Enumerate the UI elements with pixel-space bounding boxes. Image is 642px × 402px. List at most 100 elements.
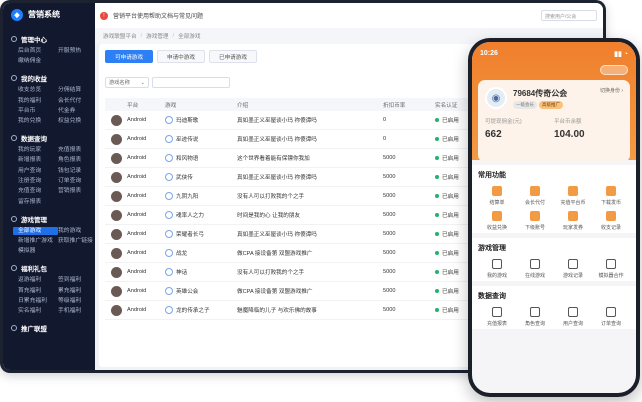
sidebar-item[interactable]: 开服预热 (58, 47, 98, 55)
tab-applied-games[interactable]: 已申请游戏 (208, 50, 257, 63)
phone-feature-item[interactable]: 游戏记录 (554, 259, 592, 279)
sidebar-section-items: 全部游戏 我的游戏 新增推广游戏 获取推广链接 模拟器 (3, 226, 98, 256)
sidebar-item[interactable]: 后台首页 (18, 47, 58, 55)
sidebar-item[interactable]: 权益兑换 (58, 117, 98, 125)
switch-identity-link[interactable]: 切换身份 › (600, 87, 623, 94)
avatar[interactable]: ◉ (485, 87, 507, 109)
status-text: 已启用 (442, 213, 459, 219)
sidebar-item[interactable]: 我的玩家 (18, 146, 58, 154)
guild-name: 79684传奇公会 (513, 88, 568, 98)
sidebar-item[interactable]: 我的游戏 (58, 227, 98, 235)
phone-feature-item[interactable]: 下级账号 (516, 211, 554, 231)
sidebar-item[interactable]: 充值查询 (18, 187, 58, 195)
sidebar-item[interactable]: 获取推广链接 (58, 237, 98, 245)
sidebar-section-title[interactable]: 游戏管理 (3, 211, 95, 227)
game-name: 巫迹传说 (176, 137, 199, 143)
sidebar-item[interactable]: 日累充福利 (18, 297, 58, 305)
phone-feature-item[interactable]: 在线游戏 (516, 259, 554, 279)
game-icon (165, 116, 173, 124)
phone-feature-item[interactable]: 充值平台币 (554, 186, 592, 206)
phone-feature-item[interactable]: 订单查询 (592, 307, 630, 327)
breadcrumb-item[interactable]: 游戏管理 (146, 32, 168, 40)
sidebar-item[interactable]: 全部游戏 (13, 226, 58, 235)
sidebar-item[interactable]: 首充福利 (18, 287, 58, 295)
sidebar-section-title[interactable]: 我的收益 (3, 70, 95, 86)
filter-select[interactable]: 游戏名称 ⌄ (105, 77, 149, 88)
sidebar-item[interactable]: 新增推广游戏 (18, 237, 58, 245)
sidebar-item[interactable]: 手机福利 (58, 307, 98, 315)
sidebar-item[interactable]: 角色报表 (58, 156, 98, 164)
sidebar-item[interactable]: 代金券 (58, 107, 98, 115)
phone-feature-item[interactable]: 收支记录 (592, 211, 630, 231)
cell-game[interactable]: 巫迹传说 (165, 135, 237, 143)
notice-text[interactable]: 营销平台使用帮助文档与常见问题 (113, 11, 203, 20)
search-input[interactable]: 搜索用户/公会 (541, 10, 597, 21)
cell-game[interactable]: 魂率人之力 (165, 211, 237, 219)
platform-coin-stat[interactable]: 平台币余额 104.00 (554, 117, 623, 140)
sidebar-item[interactable]: 新增报表 (18, 156, 58, 164)
cell-game[interactable]: 荣耀者长弓 (165, 230, 237, 238)
tab-applying-games[interactable]: 申请中游戏 (156, 50, 205, 63)
phone-feature-item[interactable]: 角色查询 (516, 307, 554, 327)
sidebar-section: 管理中心 后台首页 开服预热 缴纳佣金 (3, 31, 95, 65)
sidebar-item[interactable]: 我的福利 (18, 97, 58, 105)
cell-game[interactable]: 龙的传承之子 (165, 306, 237, 314)
cell-game[interactable]: 神话 (165, 268, 237, 276)
sidebar-item[interactable]: 等级福利 (58, 297, 98, 305)
header-rate[interactable]: 折扣币率 (383, 101, 435, 109)
sidebar-item[interactable]: 平台币 (18, 107, 58, 115)
sidebar-item[interactable]: 实名福利 (18, 307, 58, 315)
sidebar-section-title[interactable]: 管理中心 (3, 31, 95, 47)
phone-feature-item[interactable]: 收益兑换 (478, 211, 516, 231)
commission-stat[interactable]: 可提现佣金(元) 662 (485, 117, 554, 140)
sidebar-item[interactable]: 用户查询 (18, 167, 58, 175)
phone-feature-item[interactable]: 模拟器合作 (592, 259, 630, 279)
game-name: 武侠传 (176, 175, 193, 181)
filter-input[interactable] (152, 77, 230, 88)
breadcrumb-item[interactable]: 游戏联盟平台 (103, 32, 137, 40)
row-avatar (105, 266, 127, 278)
sidebar-item[interactable]: 钱包记录 (58, 167, 98, 175)
cell-game[interactable]: 和风物语 (165, 154, 237, 162)
phone-feature-item[interactable]: 玩家发券 (554, 211, 592, 231)
game-icon (165, 135, 173, 143)
phone-feature-item[interactable]: 我的游戏 (478, 259, 516, 279)
phone-feature-item[interactable]: 会长代付 (516, 186, 554, 206)
cell-game[interactable]: 英雄公会 (165, 287, 237, 295)
game-avatar (110, 266, 122, 278)
sidebar-item[interactable]: 营销报表 (58, 187, 98, 195)
sidebar-item[interactable]: 留存报表 (18, 198, 58, 206)
capsule-menu-button[interactable] (600, 65, 628, 75)
sidebar-item[interactable]: 累充福利 (58, 287, 98, 295)
sidebar-item[interactable]: 会长代付 (58, 97, 98, 105)
guild-profile: ◉ 79684传奇公会 一级会长 高级推广 切换身份 › (485, 87, 623, 109)
sidebar-item[interactable]: 缴纳佣金 (18, 57, 58, 65)
sidebar-section-title[interactable]: 数据查询 (3, 130, 95, 146)
sidebar-item[interactable]: 订单查询 (58, 177, 98, 185)
sidebar-item[interactable]: 收支总览 (18, 86, 58, 94)
sidebar-item[interactable]: 我的兑换 (18, 117, 58, 125)
sidebar-section-title[interactable]: 推广联盟 (3, 320, 95, 336)
cell-game[interactable]: 武侠传 (165, 173, 237, 181)
phone-feature-item[interactable]: 下载发币 (592, 186, 630, 206)
sidebar-item[interactable]: 签到福利 (58, 276, 98, 284)
cell-game[interactable]: 九阴九阳 (165, 192, 237, 200)
sidebar-item[interactable]: 充值报表 (58, 146, 98, 154)
tab-applicable-games[interactable]: 可申请游戏 (105, 50, 153, 63)
phone-feature-item[interactable]: 结算单 (478, 186, 516, 206)
header-platform[interactable]: 平台 (127, 101, 165, 109)
sidebar-section-title[interactable]: 福利礼包 (3, 260, 95, 276)
header-game[interactable]: 游戏 (165, 101, 237, 109)
cell-rate: 5000 (383, 174, 396, 180)
cell-game[interactable]: 战龙 (165, 249, 237, 257)
sidebar-item[interactable]: 返游福利 (18, 276, 58, 284)
cell-intro: 做CPA 接设备第 双盟游戏推广 (237, 289, 313, 295)
sidebar-item[interactable]: 模拟器 (18, 247, 58, 255)
row-avatar (105, 209, 127, 221)
app-logo[interactable]: ◆ 营销系统 (3, 3, 95, 26)
phone-feature-item[interactable]: 用户查询 (554, 307, 592, 327)
phone-feature-item[interactable]: 充值报表 (478, 307, 516, 327)
sidebar-item[interactable]: 注册查询 (18, 177, 58, 185)
cell-game[interactable]: 玛迪斯歌 (165, 116, 237, 124)
sidebar-item[interactable]: 分佣结算 (58, 86, 98, 94)
